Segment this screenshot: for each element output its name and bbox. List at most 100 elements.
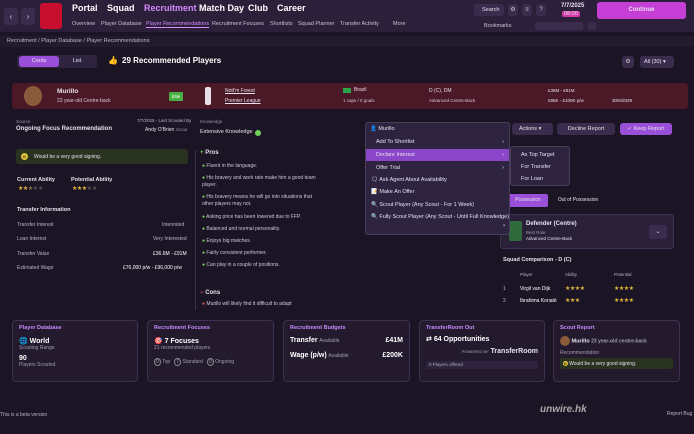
value-range: £36M - £91M [548,88,575,93]
grade-b-icon: B [21,153,28,160]
report-bug-link[interactable]: Report Bug [667,411,692,417]
source-value: Ongoing Focus Recommendation [16,126,113,132]
pro-item: ● Balanced and normal personality. [202,226,281,232]
submenu-top-target[interactable]: As Top Target [511,149,569,161]
filter-dropdown[interactable]: All (30) ▾ [640,56,674,68]
transferroom-title: TransferRoom Out [426,325,475,331]
recruitment-budgets-card[interactable]: Recruitment Budgets Transfer Available £… [283,320,410,382]
pros-title: + Pros [200,150,219,156]
club-name[interactable]: Nott'm Forest [225,88,255,94]
possession-tab[interactable]: Possession [508,194,548,207]
knowledge-label: Knowledge [200,119,223,124]
summary-box: B Would be a very good signing. [16,149,188,164]
thumbs-up-icon: 👍 [108,56,118,65]
row-player: Virgil van Dijk [520,286,551,292]
search-button[interactable]: Search [474,4,504,16]
menu-item-fully-scout[interactable]: 🔍 Fully Scout Player (Any Scout - Until … [366,211,509,223]
pitch-icon [509,221,522,241]
submenu-for-transfer[interactable]: For Transfer [511,161,569,173]
gear-icon[interactable]: ⚙ [508,4,518,16]
subnav-overview[interactable]: Overview [72,21,95,27]
row-num: 2 [503,298,506,304]
ability-badge: Elite [169,92,183,101]
recruitment-budgets-title: Recruitment Budgets [290,325,346,331]
filter-label: All (30) [644,59,662,65]
players-scouted-label: Players Scouted [19,362,56,368]
club-crest-icon[interactable] [40,3,62,29]
subnav-player-database[interactable]: Player Database [101,21,142,27]
next-icon[interactable] [588,22,596,30]
nav-career[interactable]: Career [277,3,306,13]
scout-report-card[interactable]: Scout Report Murillo 23 year-old centre-… [553,320,680,382]
help-icon[interactable]: ? [536,4,546,16]
transfer-budget-row: Transfer Available £41M [290,337,403,344]
nav-recruitment[interactable]: Recruitment [144,3,197,13]
position-card[interactable]: Defender (Centre) Best Role Advanced Cen… [500,214,674,249]
player-name[interactable]: Murillo [57,88,78,95]
menu-item-scout-player[interactable]: 🔍 Scout Player (Any Scout - For 1 Week) [366,199,509,211]
cards-tab[interactable]: Cards [19,56,59,67]
submenu: As Top Target For Transfer For Loan [510,146,570,186]
pro-item: ● His bravery means he will go into situ… [202,194,313,207]
subnav-recruitment-focuses[interactable]: Recruitment Focuses [212,21,264,27]
decline-report-button[interactable]: Decline Report [557,123,615,135]
recruitment-focuses-card[interactable]: Recruitment Focuses 🎯 7 Focuses 21 recom… [147,320,274,382]
player-header[interactable]: Murillo 23 year-old Centre-back Elite No… [12,83,688,109]
subnav-squad-planner[interactable]: Squad Planner [298,21,334,27]
settings-icon[interactable]: ⚙ [622,56,634,68]
current-ability-label: Current Ability [17,177,55,183]
back-icon[interactable]: ‹ [4,8,18,25]
summary-text: Would be a very good signing. [34,154,102,160]
out-of-possession-tab[interactable]: Out of Possession [550,194,606,207]
pro-item: ● Enjoys big matches. [202,238,252,244]
bookmarks-link[interactable]: Bookmarks [484,23,512,29]
menu-item-ask-agent[interactable]: 🗨 Ask Agent About Availability [366,174,509,186]
table-row[interactable]: 2 Ibrahima Konaté ★★★ ★★★★ [500,296,674,306]
potential-ability-label: Potential Ability [71,177,113,183]
club-kit-icon [205,87,211,105]
nav-portal[interactable]: Portal [72,3,98,13]
focus-legend: 0 Top 7 Standard 0 Ongoing [154,358,235,366]
menu-item-make-offer[interactable]: 📝 Make An Offer [366,186,509,198]
list-tab[interactable]: List [59,56,95,67]
source-label: Source [16,119,31,124]
transfer-value-value: £36.6M - £91M [153,251,187,257]
subnav-shortlists[interactable]: Shortlists [270,21,293,27]
current-ability-stars: ★★★★★ [18,186,44,192]
view-toggle: Cards List [17,55,97,68]
breadcrumb[interactable]: Recruitment / Player Database / Player R… [0,36,694,47]
player-database-card[interactable]: Player Database 🌐 World Scouting Range 9… [12,320,138,382]
cons-title: − Cons [200,290,221,296]
bookmarks-bar[interactable] [535,22,583,30]
subnav-more[interactable]: More [393,21,406,27]
chevron-down-icon[interactable]: ⌄ [649,225,667,239]
menu-item-declare-interest[interactable]: Declare Interest › [366,149,509,161]
forward-icon[interactable]: › [21,8,35,25]
nav-match-day[interactable]: Match Day [199,3,244,13]
potential-ability-stars: ★★★★★ [72,186,98,192]
keep-report-button[interactable]: ✓ Keep Report [620,123,672,135]
nav-squad[interactable]: Squad [107,3,135,13]
transfer-info-title: Transfer Information [17,207,71,213]
actions-button[interactable]: Actions ▾ [512,123,553,135]
submenu-for-loan[interactable]: For Loan [511,173,569,185]
subnav-transfer-activity[interactable]: Transfer Activity [340,21,379,27]
row-potential-stars: ★★★★ [614,286,634,292]
pros-cons-panel: + Pros ● Fluent in the language. ● His b… [195,150,370,310]
pros-list: ● Fluent in the language. ● His bravery … [202,163,317,274]
row-ability-stars: ★★★★ [565,286,585,292]
table-row[interactable]: 1 Virgil van Dijk ★★★★ ★★★★ [500,284,674,294]
scout-name[interactable]: Andy O'Brien [145,127,174,133]
league-name[interactable]: Premier League [225,98,261,104]
menu-item-offer-trial[interactable]: Offer Trial › [366,162,509,174]
transferroom-card[interactable]: TransferRoom Out ⇄ 64 Opportunities POWE… [419,320,545,382]
avatar [560,336,570,346]
search-label: Search [482,7,500,13]
player-desc: 23 year-old Centre-back [57,98,111,104]
nav-club[interactable]: Club [248,3,268,13]
menu-item-add-to-shortlist[interactable]: Add To Shortlist › [366,136,509,148]
pro-item: ● Fairly consistent performer. [202,250,267,256]
subnav-player-recommendations[interactable]: Player Recommendations [146,21,209,28]
menu-icon[interactable]: ≡ [522,4,532,16]
continue-button[interactable]: Continue [597,2,686,19]
